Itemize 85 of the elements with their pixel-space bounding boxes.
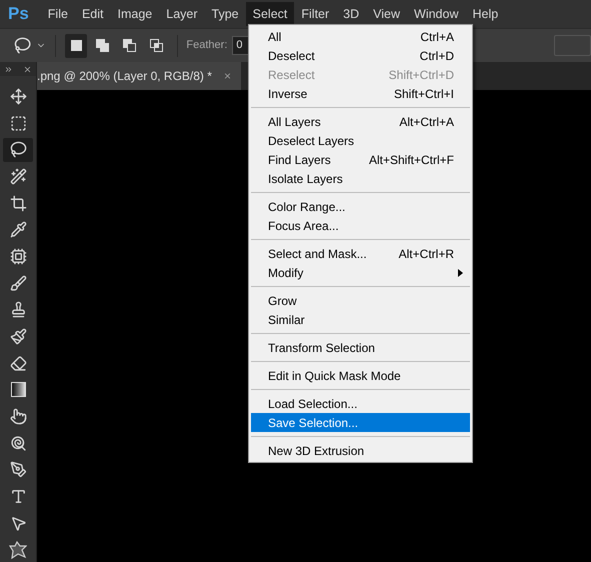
menu-entry[interactable]: Similar [251, 310, 470, 329]
shortcut-label: Alt+Shift+Ctrl+F [368, 152, 454, 168]
feather-label: Feather: [186, 38, 228, 54]
menu-entry-label: Deselect Layers [268, 132, 354, 150]
submenu-arrow-icon [458, 268, 463, 276]
selection-mode-button[interactable] [65, 34, 88, 58]
menu-entry-label: Grow [268, 292, 297, 310]
union-icon [95, 38, 110, 53]
shortcut-label: Ctrl+D [420, 48, 454, 64]
eyedropper-tool-icon [10, 221, 26, 238]
menu-entry[interactable]: Find Layers Alt+Shift+Ctrl+F [251, 150, 470, 169]
marquee-tool-icon [10, 114, 26, 132]
text-field[interactable] [554, 35, 591, 56]
shortcut-label: Alt+Ctrl+A [399, 114, 454, 130]
menu-entry-label: New 3D Extrusion [268, 442, 364, 460]
path-tool-icon [10, 514, 26, 532]
tool-button[interactable] [3, 138, 33, 162]
tab-title: .png @ 200% (Layer 0, RGB/8) * [37, 68, 212, 85]
menu-entry[interactable]: Edit in Quick Mask Mode [251, 366, 470, 385]
shortcut-label: Shift+Ctrl+I [394, 86, 454, 102]
menu-entry-label: Edit in Quick Mask Mode [268, 368, 401, 384]
subtract-icon [122, 38, 138, 53]
menu-item[interactable]: File [40, 2, 75, 26]
document-tab[interactable]: .png @ 200% (Layer 0, RGB/8) * × [37, 62, 241, 90]
menu-entry[interactable]: Deselect Ctrl+D [251, 46, 470, 65]
square-icon [70, 40, 82, 51]
lasso-icon [14, 36, 32, 55]
menu-entry-label: All Layers [268, 114, 321, 130]
menu-entry-label: Save Selection... [268, 414, 358, 432]
menu-item[interactable]: Type [204, 2, 246, 26]
eraser-tool-icon [10, 354, 26, 372]
menu-entry-label: Similar [268, 312, 305, 328]
menu-entry[interactable]: Save Selection... [251, 413, 470, 432]
crop-tool-icon [10, 194, 26, 212]
menu-item[interactable]: Layer [159, 2, 205, 26]
lasso-tool-icon [10, 141, 26, 158]
type-tool-icon [10, 488, 26, 506]
menu-entry-label: Transform Selection [268, 340, 375, 356]
menu-item[interactable]: Window [407, 2, 466, 26]
menu-entry[interactable]: Deselect Layers [251, 131, 470, 150]
wand-tool-icon [10, 168, 26, 185]
menu-entry-label: Inverse [268, 86, 308, 102]
stamp-tool-icon [10, 301, 26, 318]
menu-entry[interactable]: Select and Mask... Alt+Ctrl+R [251, 244, 470, 263]
menu-entry-label: All [268, 28, 282, 46]
app-logo: Ps [8, 3, 29, 26]
menu-entry-label: Deselect [268, 48, 315, 64]
menu-item[interactable]: 3D [336, 2, 366, 26]
menu-entry[interactable]: Transform Selection [251, 338, 470, 357]
close-icon[interactable] [23, 64, 32, 74]
menu-entry-label: Select and Mask... [268, 246, 367, 262]
brush-tool-icon [10, 274, 26, 292]
menu-item[interactable]: Edit [74, 2, 110, 26]
menu-item[interactable]: View [366, 2, 408, 26]
menu-entry[interactable]: Isolate Layers [251, 169, 470, 188]
intersect-icon [149, 38, 164, 53]
menu-entry-label: Reselect [268, 66, 315, 84]
menu-entry-label: Load Selection... [268, 396, 358, 412]
menu-entry[interactable]: Grow [251, 291, 470, 310]
menu-entry[interactable]: Load Selection... [251, 394, 470, 413]
menu-entry-label: Find Layers [268, 152, 331, 168]
menu-item[interactable]: Image [110, 2, 160, 26]
dodge-tool-icon [10, 434, 26, 452]
tab-close-button[interactable]: × [224, 67, 231, 85]
collapse-icon[interactable] [4, 64, 13, 74]
menu-entry[interactable]: Color Range... [251, 197, 470, 216]
menu-item[interactable]: Select [246, 2, 294, 26]
menu-entry[interactable]: All Layers Alt+Ctrl+A [251, 112, 470, 131]
menu-entry-label: Focus Area... [268, 218, 339, 234]
menu-entry[interactable]: New 3D Extrusion [251, 441, 470, 460]
shortcut-label: Shift+Ctrl+D [388, 66, 454, 84]
pen-tool-icon [10, 461, 26, 478]
menu-entry-label: Isolate Layers [268, 170, 343, 188]
menu-entry[interactable]: Modify [251, 263, 470, 282]
menu-entry-label: Modify [268, 264, 304, 282]
menu-entry[interactable]: Focus Area... [251, 216, 470, 235]
menu-item[interactable]: Help [466, 2, 506, 26]
gradient-icon [10, 382, 26, 398]
menu-entry-label: Color Range... [268, 198, 346, 216]
shortcut-label: Ctrl+A [420, 28, 454, 46]
menu-entry[interactable]: Inverse Shift+Ctrl+I [251, 84, 470, 103]
shortcut-label: Alt+Ctrl+R [398, 246, 454, 262]
menu-entry[interactable]: All Ctrl+A [251, 27, 470, 46]
menu-item[interactable]: Filter [294, 2, 336, 26]
move-tool-icon [10, 88, 26, 105]
